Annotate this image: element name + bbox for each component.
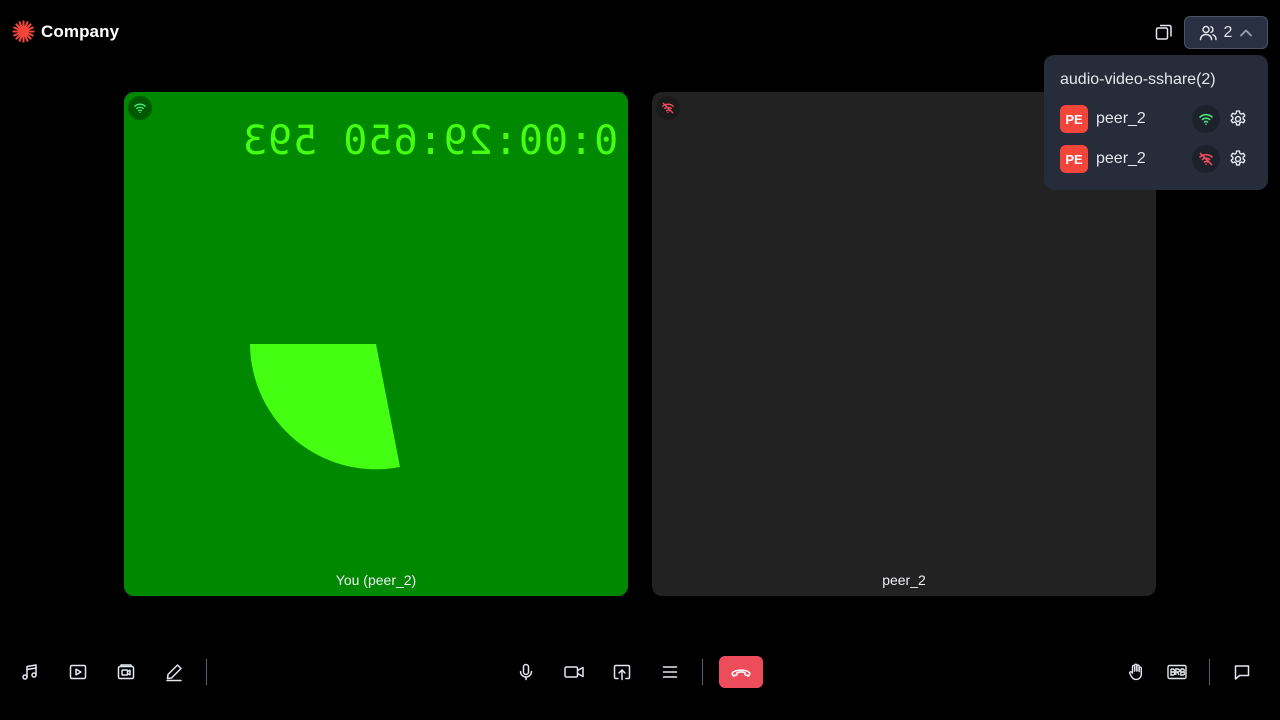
wifi-good-icon xyxy=(1198,111,1214,127)
brb-icon xyxy=(1166,662,1188,682)
music-icon xyxy=(20,662,40,682)
brand-logo: Company xyxy=(12,20,119,43)
layout-icon xyxy=(1154,22,1174,42)
video-timer-overlay: 0:00:29:650 593 xyxy=(241,118,618,164)
brb-button[interactable] xyxy=(1161,656,1193,688)
wifi-off-icon xyxy=(1198,151,1214,167)
avatar: PE xyxy=(1060,145,1088,173)
tile-participant-name: You (peer_2) xyxy=(335,572,417,588)
menu-icon xyxy=(660,662,680,682)
chat-button[interactable] xyxy=(1226,656,1258,688)
local-video-tile: 0:00:29:650 593 You (peer_2) xyxy=(124,92,628,596)
leave-call-button[interactable] xyxy=(719,656,763,688)
participant-count: 2 xyxy=(1223,23,1233,41)
video-pie-shape xyxy=(250,344,400,470)
network-quality-badge xyxy=(1192,145,1220,173)
footer-divider xyxy=(206,659,207,685)
share-screen-button[interactable] xyxy=(606,656,638,688)
tile-participant-name: peer_2 xyxy=(882,572,926,588)
brand-name: Company xyxy=(41,21,120,41)
footer-divider xyxy=(702,659,703,685)
popover-title: audio-video-sshare(2) xyxy=(1060,71,1216,88)
microphone-button[interactable] xyxy=(510,656,542,688)
wifi-off-icon xyxy=(661,101,675,115)
microphone-icon xyxy=(516,662,536,682)
network-quality-badge xyxy=(1192,105,1220,133)
music-button[interactable] xyxy=(14,656,46,688)
leave-call-icon xyxy=(730,665,752,679)
gear-icon xyxy=(1228,109,1248,129)
chevron-up-icon xyxy=(1238,25,1254,41)
screen-share-video-icon xyxy=(116,662,136,682)
participant-settings-button[interactable] xyxy=(1224,145,1252,173)
video-conference-app: Company 2 0:00:29:650 593 You (peer_2) p… xyxy=(0,0,1280,720)
share-video-button[interactable] xyxy=(110,656,142,688)
participant-row[interactable]: PE peer_2 xyxy=(1060,139,1252,179)
camera-button[interactable] xyxy=(558,656,590,688)
network-quality-badge xyxy=(128,96,152,120)
raise-hand-icon xyxy=(1126,662,1146,682)
share-screen-icon xyxy=(612,662,632,682)
gear-icon xyxy=(1228,149,1248,169)
play-video-button[interactable] xyxy=(62,656,94,688)
participants-popover: audio-video-sshare(2) PE peer_2 PE peer_… xyxy=(1044,55,1268,190)
participant-name: peer_2 xyxy=(1096,110,1146,127)
layout-toggle-button[interactable] xyxy=(1150,18,1178,46)
footer-divider xyxy=(1209,659,1210,685)
network-quality-badge xyxy=(656,96,680,120)
participant-name: peer_2 xyxy=(1096,150,1146,167)
participant-settings-button[interactable] xyxy=(1224,105,1252,133)
more-menu-button[interactable] xyxy=(654,656,686,688)
wifi-good-icon xyxy=(133,101,147,115)
raise-hand-button[interactable] xyxy=(1120,656,1152,688)
brand-mark-icon xyxy=(12,20,35,43)
whiteboard-button[interactable] xyxy=(158,656,190,688)
video-play-icon xyxy=(68,662,88,682)
people-icon xyxy=(1198,23,1218,43)
chat-icon xyxy=(1232,662,1252,682)
pencil-icon xyxy=(164,662,184,682)
camera-icon xyxy=(563,662,585,682)
participants-button[interactable]: 2 xyxy=(1184,16,1268,49)
avatar: PE xyxy=(1060,105,1088,133)
participant-row[interactable]: PE peer_2 xyxy=(1060,99,1252,139)
